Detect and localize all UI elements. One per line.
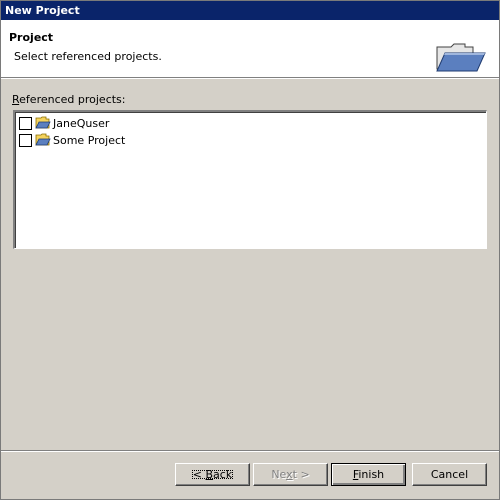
list-item[interactable]: Some Project	[19, 132, 125, 148]
checkbox[interactable]	[19, 133, 32, 147]
project-folder-icon	[35, 133, 51, 146]
referenced-projects-label: Referenced projects:	[12, 93, 126, 106]
cancel-button[interactable]: Cancel	[412, 463, 487, 486]
checkbox[interactable]	[19, 116, 32, 130]
referenced-projects-list[interactable]: JaneQuser Some Project	[13, 110, 487, 249]
project-name: JaneQuser	[53, 116, 110, 130]
page-description: Select referenced projects.	[14, 50, 162, 63]
next-button[interactable]: Next >	[253, 463, 328, 486]
page-title: Project	[9, 31, 54, 44]
finish-button[interactable]: Finish	[331, 463, 406, 486]
project-name: Some Project	[53, 133, 126, 147]
open-folder-icon	[436, 43, 486, 72]
back-button[interactable]: < Back	[175, 463, 250, 486]
button-bar-separator-highlight	[1, 451, 499, 452]
banner-separator	[1, 78, 499, 79]
new-project-dialog: New Project Project Select referenced pr…	[0, 0, 500, 500]
wizard-banner: Project Select referenced projects.	[1, 20, 499, 78]
project-folder-icon	[35, 116, 51, 129]
window-title: New Project	[1, 1, 499, 20]
list-item[interactable]: JaneQuser	[19, 115, 109, 131]
